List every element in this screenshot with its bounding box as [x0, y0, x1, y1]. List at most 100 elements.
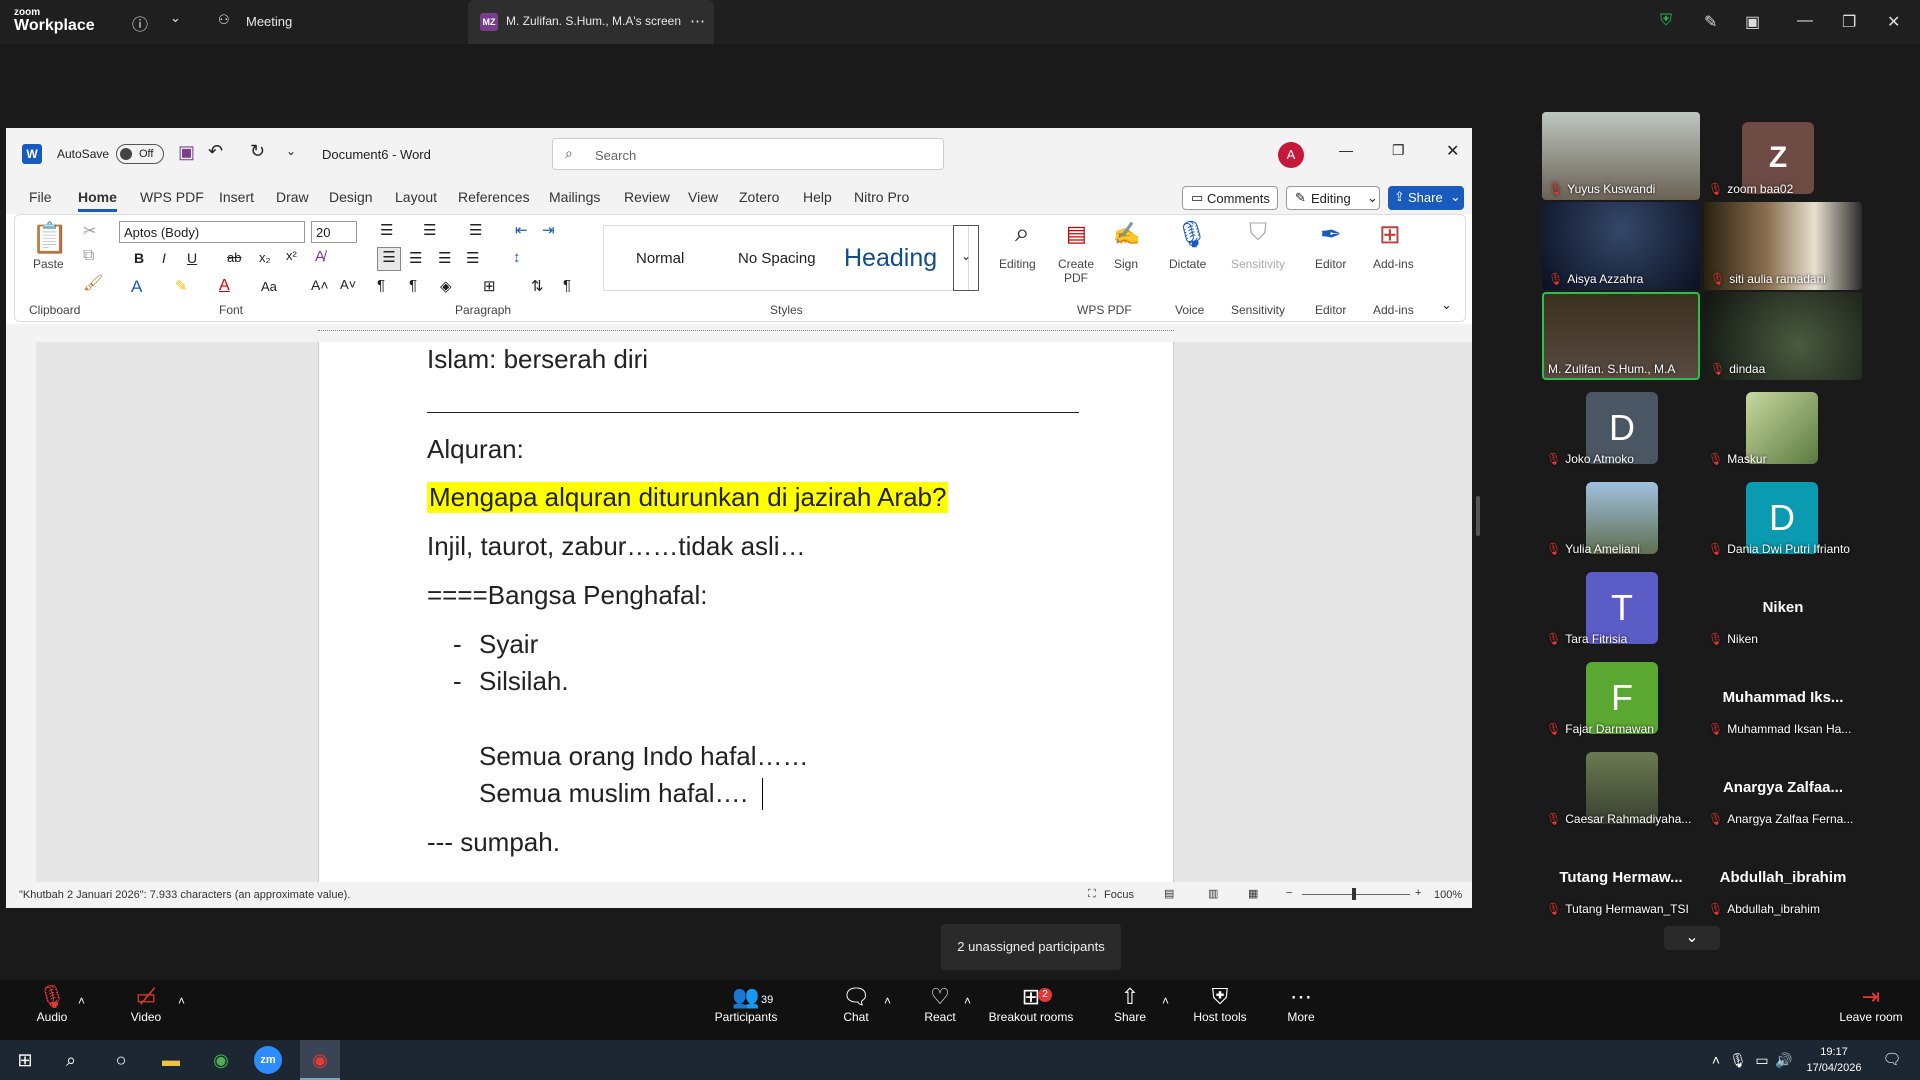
tab-help[interactable]: Help [803, 189, 832, 205]
meeting-tab[interactable]: Meeting [246, 14, 292, 29]
ltr-icon[interactable]: ¶ [377, 277, 385, 294]
word-restore-icon[interactable]: ❐ [1392, 142, 1405, 159]
share-resize-handle[interactable] [1476, 496, 1480, 536]
tab-review[interactable]: Review [624, 189, 670, 205]
video-button[interactable]: ▭̸ Video [124, 980, 168, 1040]
word-count-status[interactable]: "Khutbah 2 Januari 2026": 7.933 characte… [19, 889, 350, 901]
screen-share-tab[interactable]: MZ M. Zulifan. S.Hum., M.A's screen ⋯ [468, 0, 714, 44]
read-mode-icon[interactable]: ▤ [1164, 887, 1174, 900]
participants-button[interactable]: 👥 Participants [706, 980, 786, 1040]
host-tools-button[interactable]: ⛨ Host tools [1188, 980, 1252, 1040]
line-spacing-icon[interactable]: ↕ [513, 249, 521, 266]
sort-icon[interactable]: ⇅ [531, 277, 544, 295]
close-icon[interactable]: ✕ [1887, 12, 1900, 32]
participant-display-name[interactable]: Abdullah_ibrahim [1704, 869, 1862, 886]
clock[interactable]: 19:17 17/04/2026 [1800, 1044, 1868, 1076]
tab-wps-pdf[interactable]: WPS PDF [140, 189, 204, 205]
borders-icon[interactable]: ⊞ [483, 277, 496, 295]
sign-label[interactable]: Sign [1114, 257, 1138, 271]
zoom-level[interactable]: 100% [1434, 889, 1462, 901]
participant-video[interactable]: 🎙 Yuyus Kuswandi [1542, 112, 1700, 200]
editing-label[interactable]: Editing [999, 257, 1036, 271]
participant-video[interactable]: 🎙 siti aulia ramadani [1704, 202, 1862, 290]
tab-draw[interactable]: Draw [276, 189, 309, 205]
chat-button[interactable]: 🗨 Chat [836, 980, 876, 1040]
leave-room-button[interactable]: ⇥ Leave room [1838, 980, 1904, 1040]
layout-icon[interactable]: ▣ [1745, 12, 1760, 32]
task-view-icon[interactable]: ○ [106, 1040, 136, 1080]
info-icon[interactable]: ⓘ [132, 11, 148, 35]
italic-icon[interactable]: I [162, 250, 166, 266]
addins-label[interactable]: Add-ins [1373, 257, 1414, 271]
react-options-icon[interactable]: ˄ [964, 994, 971, 1008]
align-left-icon[interactable]: ☰ [377, 247, 401, 271]
create-pdf-icon[interactable]: ▤ [1066, 221, 1087, 247]
style-normal[interactable]: Normal [636, 250, 684, 267]
search-icon[interactable]: ⌕ [56, 1040, 86, 1080]
copy-icon[interactable]: ⧉ [83, 247, 94, 265]
tab-zotero[interactable]: Zotero [739, 189, 779, 205]
participant-display-name[interactable]: Niken [1704, 599, 1862, 616]
align-right-icon[interactable]: ☰ [438, 249, 451, 267]
editing-mode-button[interactable]: ✎ Editing ⌄ [1286, 186, 1380, 210]
participant-display-name[interactable]: Anargya Zalfaa... [1704, 779, 1862, 796]
participant-video[interactable]: 🎙 Aisya Azzahra [1542, 202, 1700, 290]
notification-icon[interactable]: 🗨 [1880, 1040, 1904, 1080]
editor-label[interactable]: Editor [1315, 257, 1346, 271]
comments-button[interactable]: ▭ Comments [1182, 186, 1278, 210]
print-layout-icon[interactable]: ▥ [1208, 887, 1218, 900]
paste-label[interactable]: Paste [33, 257, 64, 271]
participant-display-name[interactable]: Muhammad Iks... [1704, 689, 1862, 706]
style-no-spacing[interactable]: No Spacing [738, 250, 816, 267]
account-avatar[interactable]: A [1278, 142, 1304, 168]
react-button[interactable]: ♡ React [918, 980, 962, 1040]
align-center-icon[interactable]: ☰ [409, 249, 422, 267]
dictate-label[interactable]: Dictate [1169, 257, 1206, 271]
zoom-slider[interactable] [1302, 894, 1410, 895]
gallery-next-page-button[interactable]: ⌄ [1664, 926, 1720, 950]
chat-options-icon[interactable]: ˄ [884, 994, 891, 1008]
word-minimize-icon[interactable]: — [1339, 142, 1353, 158]
file-explorer-icon[interactable]: ▬ [156, 1040, 186, 1080]
font-name-select[interactable]: Aptos (Body) [119, 221, 305, 243]
addins-icon[interactable]: ⊞ [1379, 219, 1401, 250]
customize-qat-icon[interactable]: ⌄ [286, 144, 296, 158]
font-color-icon[interactable]: A [219, 277, 230, 295]
more-button[interactable]: ⋯ More [1284, 980, 1318, 1040]
participant-video[interactable]: 🎙 dindaa [1704, 292, 1862, 380]
chrome-icon[interactable]: ◉ [206, 1040, 236, 1080]
style-heading[interactable]: Heading [844, 244, 937, 273]
bold-icon[interactable]: B [134, 250, 144, 266]
tab-layout[interactable]: Layout [395, 189, 437, 205]
shading-icon[interactable]: ◈ [440, 277, 452, 295]
tray-overflow-icon[interactable]: ˄ [1706, 1040, 1726, 1080]
volume-icon[interactable]: 🔊 [1774, 1040, 1794, 1080]
network-icon[interactable]: ▭ [1752, 1040, 1772, 1080]
tab-view[interactable]: View [688, 189, 718, 205]
subscript-icon[interactable]: x₂ [259, 250, 271, 265]
font-size-select[interactable]: 20 [311, 221, 357, 243]
zoom-out-icon[interactable]: − [1286, 887, 1292, 899]
decrease-indent-icon[interactable]: ⇤ [515, 221, 528, 239]
search-box[interactable]: ⌕ Search [552, 138, 944, 170]
underline-icon[interactable]: U [187, 250, 197, 266]
collapse-ribbon-icon[interactable]: ⌄ [1441, 297, 1452, 313]
grow-font-icon[interactable]: A˄ [311, 277, 329, 293]
word-close-icon[interactable]: ✕ [1446, 141, 1459, 161]
audio-button[interactable]: 🎙 Audio [30, 980, 74, 1040]
video-options-icon[interactable]: ˄ [178, 994, 185, 1008]
rtl-icon[interactable]: ¶ [409, 277, 417, 294]
tab-home[interactable]: Home [78, 189, 117, 212]
editor-icon[interactable]: ✒ [1320, 219, 1342, 250]
change-case-icon[interactable]: Aa [261, 279, 277, 294]
tab-mailings[interactable]: Mailings [549, 189, 600, 205]
create-pdf-label[interactable]: Create PDF [1055, 257, 1097, 285]
bullets-icon[interactable]: ☰ [380, 221, 393, 239]
share-button[interactable]: ⇪ Share ⌄ [1388, 186, 1464, 210]
chevron-down-icon[interactable]: ⌄ [170, 10, 181, 26]
tab-insert[interactable]: Insert [219, 189, 254, 205]
redo-icon[interactable]: ↻ [250, 141, 265, 162]
tab-design[interactable]: Design [329, 189, 373, 205]
format-painter-icon[interactable]: 🖌 [83, 273, 103, 293]
more-options-icon[interactable]: ⋯ [690, 12, 705, 30]
